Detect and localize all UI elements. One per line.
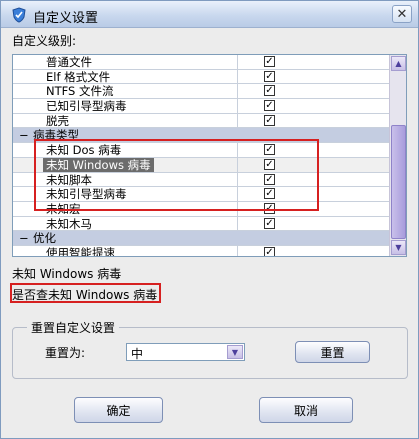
- category-label: 优化: [33, 231, 56, 246]
- list-item[interactable]: 脱壳 ✓: [13, 113, 390, 129]
- category-row[interactable]: − 优化: [13, 231, 390, 246]
- title-bar: 自定义设置 ✕: [1, 1, 418, 28]
- highlight-box-unknown-virus: [34, 139, 319, 211]
- custom-level-label: 自定义级别:: [12, 34, 77, 48]
- reset-to-label: 重置为:: [45, 346, 86, 360]
- checkbox[interactable]: ✓: [264, 56, 275, 67]
- scroll-down-icon[interactable]: ▼: [391, 240, 406, 255]
- checkbox[interactable]: ✓: [264, 246, 275, 256]
- item-label: 使用智能提速: [46, 245, 115, 257]
- scroll-thumb[interactable]: [391, 125, 406, 239]
- list-item[interactable]: 普通文件 ✓: [13, 55, 390, 70]
- close-icon[interactable]: ✕: [392, 5, 412, 23]
- item-label: 脱壳: [46, 113, 69, 128]
- checkbox[interactable]: ✓: [264, 217, 275, 229]
- vertical-scrollbar[interactable]: ▲ ▼: [389, 55, 406, 256]
- column-divider: [237, 99, 238, 113]
- collapse-icon[interactable]: −: [19, 231, 29, 245]
- cancel-button[interactable]: 取消: [259, 397, 353, 423]
- checkbox[interactable]: ✓: [264, 100, 275, 112]
- reset-level-value: 中: [131, 347, 144, 361]
- window-title: 自定义设置: [33, 11, 99, 26]
- description-title: 未知 Windows 病毒: [12, 267, 122, 281]
- column-divider: [237, 84, 238, 99]
- shield-icon: [12, 7, 26, 23]
- list-item[interactable]: 已知引导型病毒 ✓: [13, 99, 390, 114]
- checkbox[interactable]: ✓: [264, 114, 275, 126]
- scroll-up-icon[interactable]: ▲: [391, 56, 406, 71]
- column-divider: [237, 69, 238, 84]
- checkbox[interactable]: ✓: [264, 70, 275, 82]
- column-divider: [237, 113, 238, 128]
- reset-group-legend: 重置自定义设置: [27, 319, 120, 336]
- list-item[interactable]: 未知木马 ✓: [13, 216, 390, 232]
- item-label: Elf 格式文件: [46, 69, 111, 84]
- collapse-icon[interactable]: −: [19, 128, 29, 142]
- item-label: 未知木马: [46, 216, 92, 231]
- item-label: 已知引导型病毒: [46, 99, 127, 114]
- list-item[interactable]: NTFS 文件流 ✓: [13, 84, 390, 100]
- description-text: 是否查未知 Windows 病毒: [12, 288, 158, 302]
- ok-button[interactable]: 确定: [74, 397, 163, 423]
- column-divider: [237, 245, 238, 256]
- list-item[interactable]: 使用智能提速 ✓: [13, 245, 390, 257]
- item-label: 普通文件: [46, 55, 92, 69]
- reset-level-select[interactable]: 中 ▼: [126, 343, 245, 361]
- column-divider: [237, 55, 238, 69]
- chevron-down-icon[interactable]: ▼: [227, 345, 243, 359]
- reset-button[interactable]: 重置: [295, 341, 370, 363]
- column-divider: [237, 216, 238, 231]
- custom-settings-dialog: 自定义设置 ✕ 自定义级别: 普通文件 ✓ Elf 格式文件 ✓ NTFS 文件流 ✓ 已知…: [0, 0, 419, 439]
- list-item[interactable]: Elf 格式文件 ✓: [13, 69, 390, 85]
- item-label: NTFS 文件流: [46, 84, 114, 99]
- checkbox[interactable]: ✓: [264, 85, 275, 97]
